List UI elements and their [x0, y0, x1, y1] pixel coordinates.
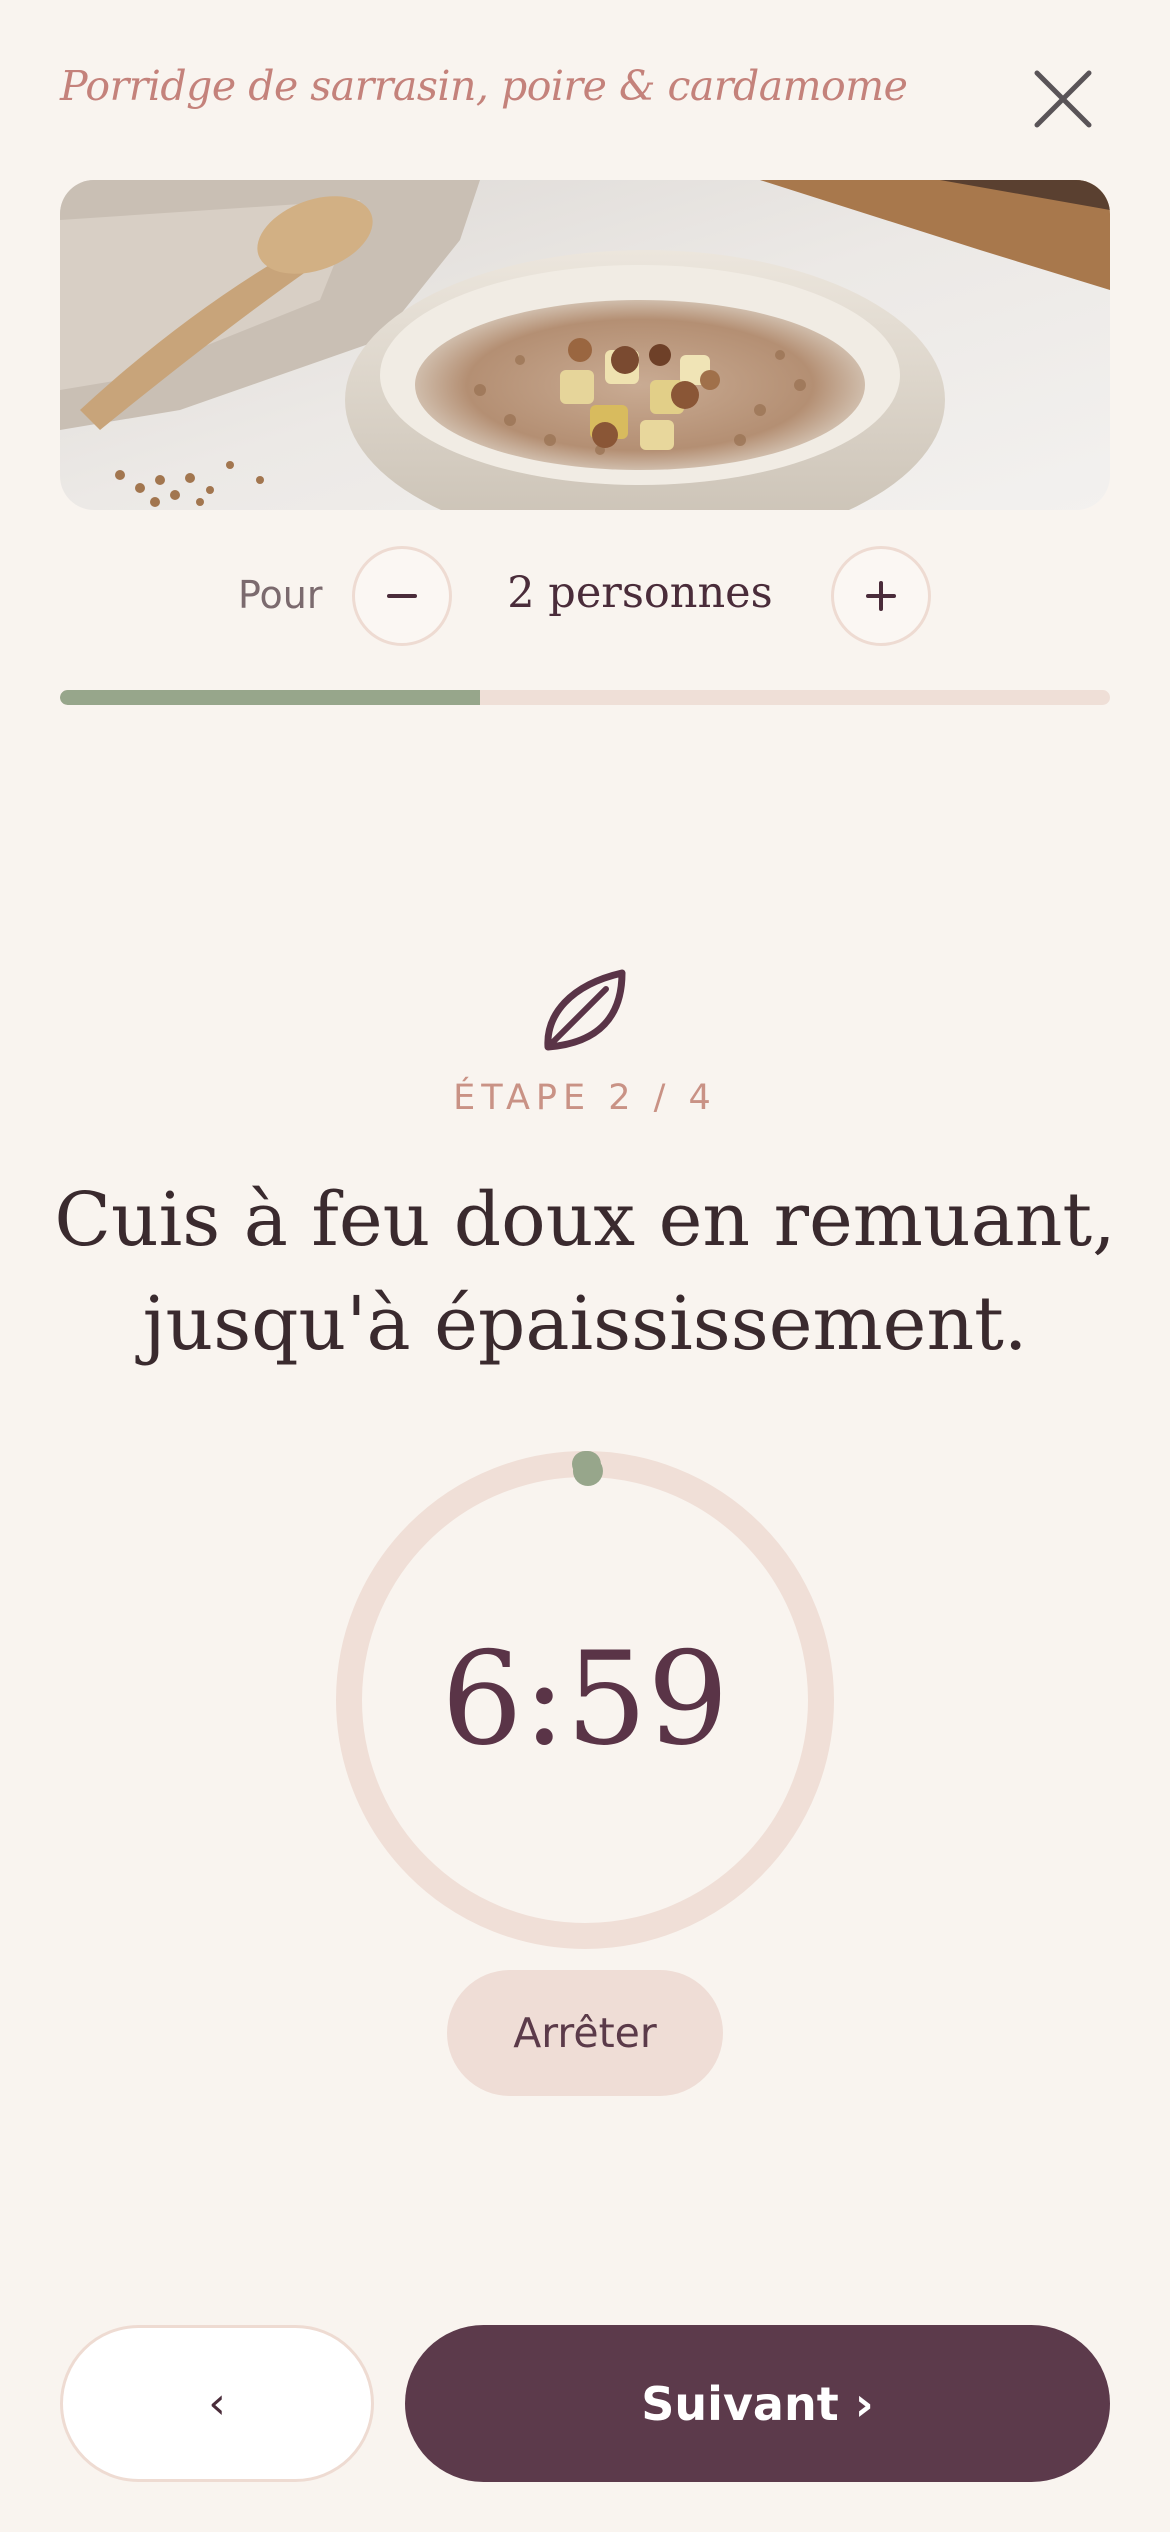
stop-timer-button[interactable]: Arrêter — [447, 1970, 723, 2096]
step-progress-bar — [60, 690, 1110, 705]
timer-progress-knob — [572, 1456, 603, 1487]
plus-icon — [866, 581, 896, 611]
close-button[interactable] — [1020, 56, 1106, 142]
leaf-icon — [544, 969, 626, 1051]
close-icon — [1034, 70, 1092, 128]
instruction-line-1: Cuis à feu doux en remuant, — [54, 1177, 1116, 1263]
timer-display: 6:59 — [441, 1625, 729, 1774]
previous-step-button[interactable]: ‹ — [60, 2325, 374, 2482]
increase-servings-button[interactable] — [831, 546, 931, 646]
step-counter: ÉTAPE 2 / 4 — [453, 1078, 717, 1118]
recipe-title: Porridge de sarrasin, poire & cardamome — [60, 62, 908, 110]
recipe-photo — [60, 180, 1110, 510]
minus-icon — [387, 594, 417, 598]
next-step-button[interactable]: Suivant › — [405, 2325, 1110, 2482]
servings-value: 2 personnes — [507, 568, 773, 618]
step-progress-fill — [60, 690, 480, 705]
servings-label: Pour — [238, 573, 323, 617]
step-instruction: Cuis à feu doux en remuant, jusqu'à épai… — [40, 1168, 1130, 1376]
decrease-servings-button[interactable] — [352, 546, 452, 646]
instruction-line-2: jusqu'à épaississement. — [142, 1281, 1028, 1367]
